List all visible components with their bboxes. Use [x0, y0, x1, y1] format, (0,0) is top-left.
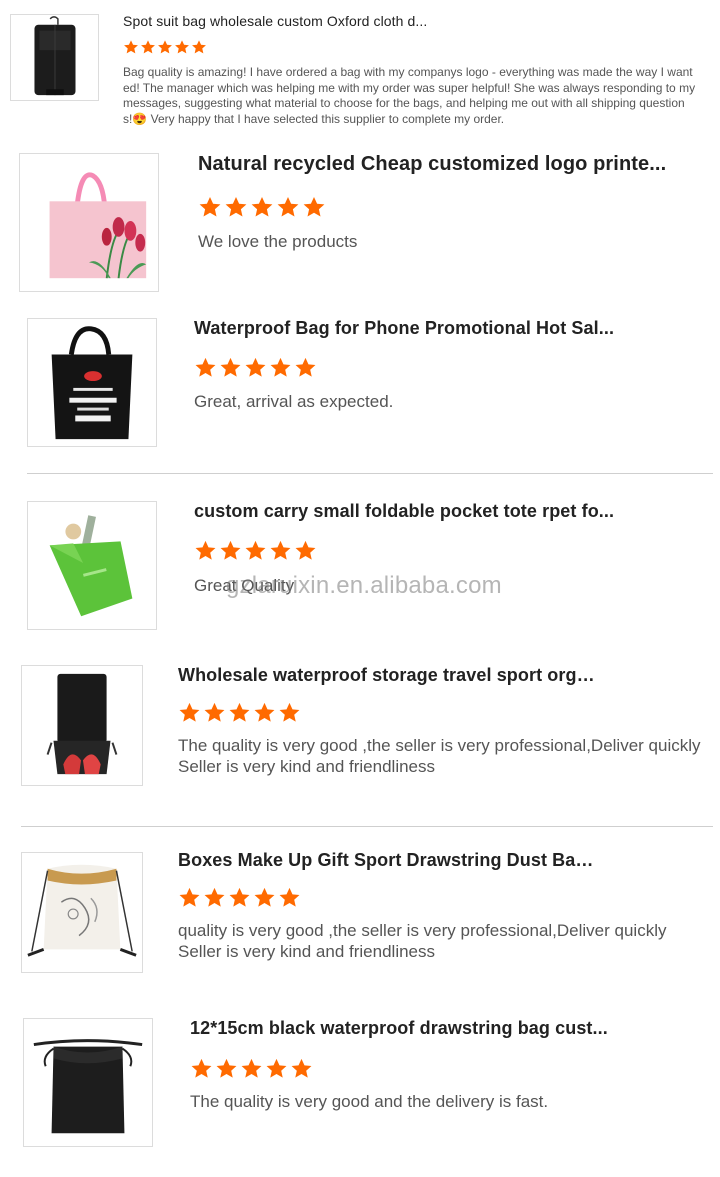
- star-icon: [279, 887, 300, 907]
- product-title[interactable]: 12*15cm black waterproof drawstring bag …: [190, 1018, 638, 1039]
- review-text-line: Great, arrival as expected.: [194, 392, 394, 411]
- review-text-line: Seller is very kind and friendliness: [178, 942, 436, 961]
- section-divider: [21, 826, 713, 827]
- review-text-line: The quality is very good and the deliver…: [190, 1092, 549, 1111]
- product-title[interactable]: Boxes Make Up Gift Sport Drawstring Dust…: [178, 850, 598, 871]
- star-icon: [266, 1058, 287, 1078]
- product-thumbnail[interactable]: [21, 852, 143, 973]
- product-thumbnail[interactable]: [10, 14, 99, 101]
- star-icon: [279, 702, 300, 722]
- star-icon: [254, 887, 275, 907]
- star-icon: [295, 540, 316, 560]
- star-icon: [195, 357, 216, 377]
- star-icon: [245, 540, 266, 560]
- product-thumbnail[interactable]: [27, 318, 157, 447]
- review-text-line: messages, suggesting what material to ch…: [123, 96, 685, 110]
- star-icon: [245, 357, 266, 377]
- review-text-line: ed! The manager which was helping me wit…: [123, 80, 696, 95]
- garment-bag-image: [34, 16, 76, 96]
- star-icon: [270, 357, 291, 377]
- rating-stars: [194, 356, 319, 379]
- star-icon: [204, 887, 225, 907]
- rating-stars: [190, 1057, 315, 1080]
- star-icon: [216, 1058, 237, 1078]
- review-text: The quality is very good ,the seller is …: [178, 735, 708, 777]
- review-text: The quality is very good and the deliver…: [190, 1092, 690, 1112]
- product-title[interactable]: Natural recycled Cheap customized logo p…: [198, 153, 678, 176]
- star-icon: [191, 1058, 212, 1078]
- review-text-line: Bag quality is amazing! I have ordered a…: [123, 65, 693, 79]
- star-icon: [204, 702, 225, 722]
- product-title[interactable]: Wholesale waterproof storage travel spor…: [178, 665, 598, 686]
- star-icon: [251, 197, 273, 217]
- product-thumbnail[interactable]: [23, 1018, 153, 1147]
- star-icon: [277, 197, 299, 217]
- star-icon: [179, 702, 200, 722]
- star-icon: [291, 1058, 312, 1078]
- star-icon: [220, 357, 241, 377]
- product-thumbnail[interactable]: [19, 153, 159, 292]
- section-divider: [27, 473, 713, 474]
- review-text: Bag quality is amazing! I have ordered a…: [123, 65, 703, 127]
- star-icon: [270, 540, 291, 560]
- star-icon: [254, 702, 275, 722]
- star-icon: [175, 40, 189, 54]
- star-icon: [141, 40, 155, 54]
- review-text-line: We love the products: [198, 232, 358, 251]
- product-title[interactable]: Spot suit bag wholesale custom Oxford cl…: [123, 13, 443, 29]
- review-text-line: Seller is very kind and friendliness: [178, 757, 436, 776]
- star-icon: [229, 887, 250, 907]
- drawstring-bag-image: [27, 864, 137, 957]
- star-icon: [225, 197, 247, 217]
- review-text-line: quality is very good ,the seller is very…: [178, 921, 667, 940]
- product-title[interactable]: custom carry small foldable pocket tote …: [194, 501, 654, 522]
- star-icon: [241, 1058, 262, 1078]
- review-text: quality is very good ,the seller is very…: [178, 920, 708, 962]
- product-title[interactable]: Waterproof Bag for Phone Promotional Hot…: [194, 318, 654, 339]
- star-icon: [158, 40, 172, 54]
- rating-stars: [123, 39, 208, 55]
- green-tote-image: [49, 515, 133, 617]
- product-thumbnail[interactable]: [21, 665, 143, 786]
- review-text-line: s!😍 Very happy that I have selected this…: [123, 111, 505, 126]
- review-text: Great, arrival as expected.: [194, 392, 674, 412]
- star-icon: [303, 197, 325, 217]
- star-icon: [124, 40, 138, 54]
- review-text-line: The quality is very good ,the seller is …: [178, 736, 701, 755]
- black-drawstring-image: [33, 1039, 143, 1134]
- watermark: gzlaruixin.en.alibaba.com: [226, 572, 502, 599]
- rating-stars: [178, 886, 303, 909]
- star-icon: [195, 540, 216, 560]
- pink-tote-image: [49, 172, 147, 279]
- rating-stars: [178, 701, 303, 724]
- star-icon: [179, 887, 200, 907]
- star-icon: [295, 357, 316, 377]
- star-icon: [229, 702, 250, 722]
- rating-stars: [194, 539, 319, 562]
- star-icon: [199, 197, 221, 217]
- shoe-bag-image: [46, 673, 118, 775]
- star-icon: [220, 540, 241, 560]
- star-icon: [192, 40, 206, 54]
- review-text: We love the products: [198, 232, 678, 252]
- black-tote-image: [51, 326, 133, 440]
- product-thumbnail[interactable]: [27, 501, 157, 630]
- rating-stars: [198, 195, 328, 219]
